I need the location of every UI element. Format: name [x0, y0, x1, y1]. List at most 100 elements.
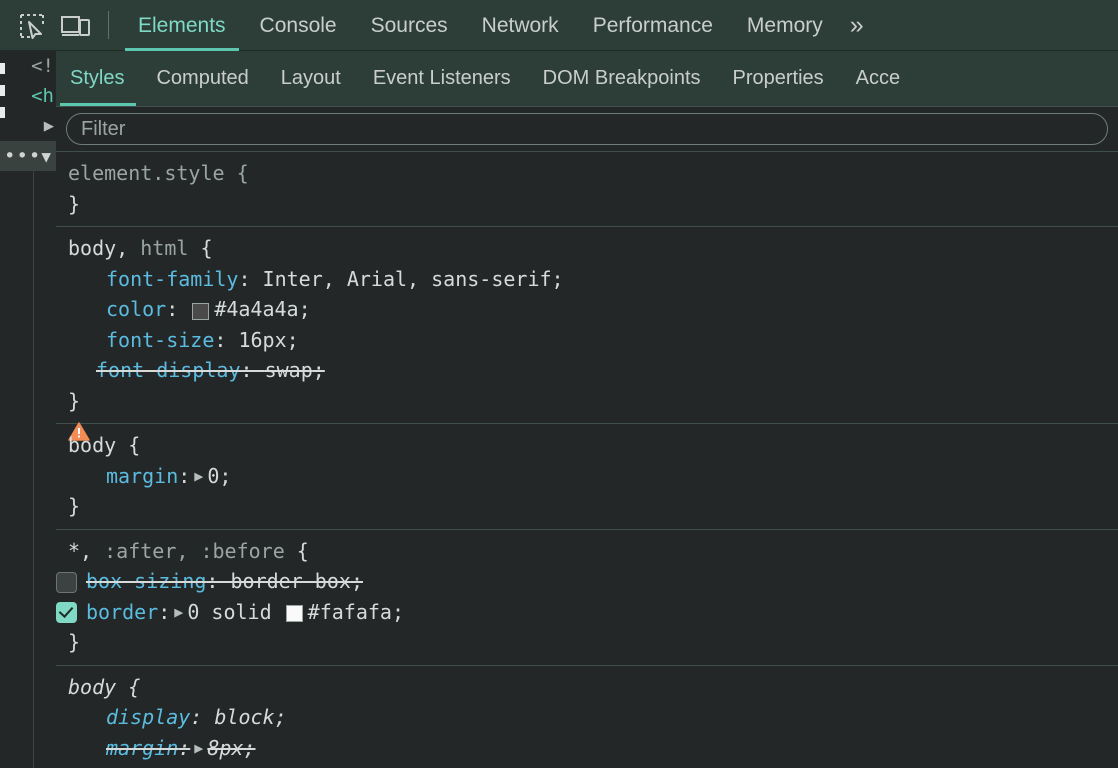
css-rule-element-style[interactable]: element.style { } — [56, 152, 1118, 227]
css-selector-line: body { — [56, 430, 1118, 461]
dom-node-doctype[interactable]: <! — [0, 51, 56, 81]
styles-pane: element.style { } body, html { font-fami… — [56, 107, 1118, 768]
css-value: 0 — [207, 463, 220, 488]
dom-edge-mark — [0, 63, 5, 74]
tab-styles-label: Styles — [70, 67, 125, 89]
css-declaration-font-display[interactable]: font-display: swap; — [56, 355, 1118, 441]
tab-elements[interactable]: Elements — [121, 0, 243, 51]
device-toolbar-icon[interactable] — [54, 0, 98, 51]
css-rule-close: } — [56, 763, 1118, 768]
tab-computed-label: Computed — [156, 67, 249, 89]
color-swatch-icon[interactable] — [192, 302, 210, 320]
css-selector: body — [68, 674, 117, 699]
css-declaration-margin[interactable]: margin: ▶ 8px; — [56, 733, 1118, 764]
warning-icon — [68, 361, 90, 441]
css-declaration-border[interactable]: border: ▶ 0 solid #fafafa; — [56, 597, 1118, 628]
css-declaration-color[interactable]: color: #4a4a4a; — [56, 294, 1118, 325]
more-tabs-label: » — [849, 11, 864, 39]
css-selector: body, — [68, 236, 129, 260]
css-declaration-box-sizing[interactable]: box-sizing: border-box; — [56, 566, 1118, 597]
tab-dom-breakpoints[interactable]: DOM Breakpoints — [527, 51, 717, 106]
css-declaration-font-size[interactable]: font-size: 16px; — [56, 325, 1118, 356]
expand-triangle-icon[interactable]: ▶ — [194, 461, 203, 492]
css-property: font-display — [96, 358, 241, 382]
tab-performance[interactable]: Performance — [576, 0, 730, 51]
css-rule-user-agent-body[interactable]: body { display: block; margin:▶8px; } — [56, 666, 1118, 768]
declaration-checkbox[interactable] — [56, 602, 77, 624]
css-property: border — [86, 599, 159, 624]
tab-event-listeners[interactable]: Event Listeners — [357, 51, 527, 106]
tab-memory-label: Memory — [746, 13, 823, 37]
tab-console-label: Console — [259, 13, 337, 37]
css-rule-close: } — [68, 388, 81, 413]
dom-node-html[interactable]: <h — [0, 81, 56, 111]
tab-elements-label: Elements — [138, 13, 226, 37]
css-property: display — [106, 705, 191, 729]
tab-properties[interactable]: Properties — [717, 51, 840, 106]
tab-network-label: Network — [481, 13, 559, 37]
tab-accessibility[interactable]: Acce — [840, 51, 916, 106]
tab-accessibility-label: Acce — [855, 67, 901, 89]
dom-expand-triangle-icon[interactable]: ▶ — [0, 111, 56, 141]
tab-console[interactable]: Console — [243, 0, 354, 51]
css-rule-universal[interactable]: *, :after, :before { box-sizing: border-… — [56, 530, 1118, 666]
dom-node-selected[interactable]: ••• ▼ — [0, 141, 56, 171]
css-declaration-font-family[interactable]: font-family: Inter, Arial, sans-serif; — [56, 264, 1118, 295]
css-selector: element.style — [68, 161, 225, 185]
css-selector-line: body { — [56, 672, 1118, 703]
css-selector: body — [68, 433, 117, 457]
styles-sidebar-tabbar: Styles Computed Layout Event Listeners D… — [56, 51, 1118, 107]
css-value: 16px — [238, 327, 287, 352]
tab-memory[interactable]: Memory — [730, 0, 840, 51]
css-selector-line: element.style { — [56, 158, 1118, 189]
css-property: margin — [106, 463, 179, 488]
expand-triangle-icon[interactable]: ▶ — [194, 733, 203, 764]
css-rule-close: } — [68, 630, 81, 654]
css-rule-body-html[interactable]: body, html { font-family: Inter, Arial, … — [56, 227, 1118, 441]
more-tabs-chevron-icon[interactable]: » — [840, 0, 878, 51]
tab-computed[interactable]: Computed — [140, 51, 264, 106]
styles-filter-row — [56, 107, 1118, 152]
tab-event-listeners-label: Event Listeners — [372, 67, 511, 89]
tab-properties-label: Properties — [732, 67, 824, 89]
styles-filter-input[interactable] — [66, 113, 1108, 145]
tab-network[interactable]: Network — [465, 0, 576, 51]
css-selector-line: body, html { — [56, 233, 1118, 264]
css-selector: *, — [68, 538, 93, 563]
declaration-checkbox[interactable] — [56, 571, 77, 593]
css-rule-body-margin[interactable]: body { margin: ▶ 0; } — [56, 424, 1118, 530]
css-property: font-family — [106, 266, 239, 291]
css-selector-extra: html — [140, 236, 189, 260]
devtools-window: Elements Console Sources Network Perform… — [0, 0, 1118, 768]
color-swatch-icon[interactable] — [285, 605, 303, 623]
tab-sources[interactable]: Sources — [354, 0, 465, 51]
tab-layout-label: Layout — [280, 67, 341, 89]
expand-triangle-icon[interactable]: ▶ — [174, 597, 183, 628]
css-value: 8px — [207, 735, 244, 760]
devtools-main-toolbar: Elements Console Sources Network Perform… — [0, 0, 1118, 51]
css-declaration-margin[interactable]: margin: ▶ 0; — [56, 461, 1118, 492]
dom-edge-mark — [0, 107, 5, 118]
css-property: font-size — [106, 327, 215, 352]
inspect-element-icon[interactable] — [10, 0, 54, 51]
chevron-down-icon: ▼ — [41, 146, 51, 166]
dom-node-ellipsis: ••• — [4, 145, 42, 167]
dom-node-text: ▶ — [43, 116, 54, 136]
dom-tree-strip[interactable]: <! <h ▶ ••• ▼ — [0, 51, 57, 768]
css-value: #4a4a4a — [214, 297, 299, 321]
css-value: block — [214, 705, 275, 729]
css-rule-close: } — [68, 494, 81, 518]
css-property: margin — [106, 735, 179, 760]
tab-dom-breakpoints-label: DOM Breakpoints — [542, 67, 701, 89]
tab-sources-label: Sources — [370, 13, 448, 37]
toolbar-divider — [108, 11, 109, 39]
dom-node-text: <! — [31, 55, 54, 77]
css-value: border-box — [230, 569, 351, 593]
css-rule-close: } — [68, 191, 81, 216]
css-declaration-display[interactable]: display: block; — [56, 702, 1118, 733]
tab-layout[interactable]: Layout — [265, 51, 357, 106]
css-property: box-sizing — [86, 569, 207, 593]
css-selector-line: *, :after, :before { — [56, 536, 1118, 567]
tab-styles[interactable]: Styles — [56, 51, 140, 106]
dom-edge-mark — [0, 85, 5, 96]
